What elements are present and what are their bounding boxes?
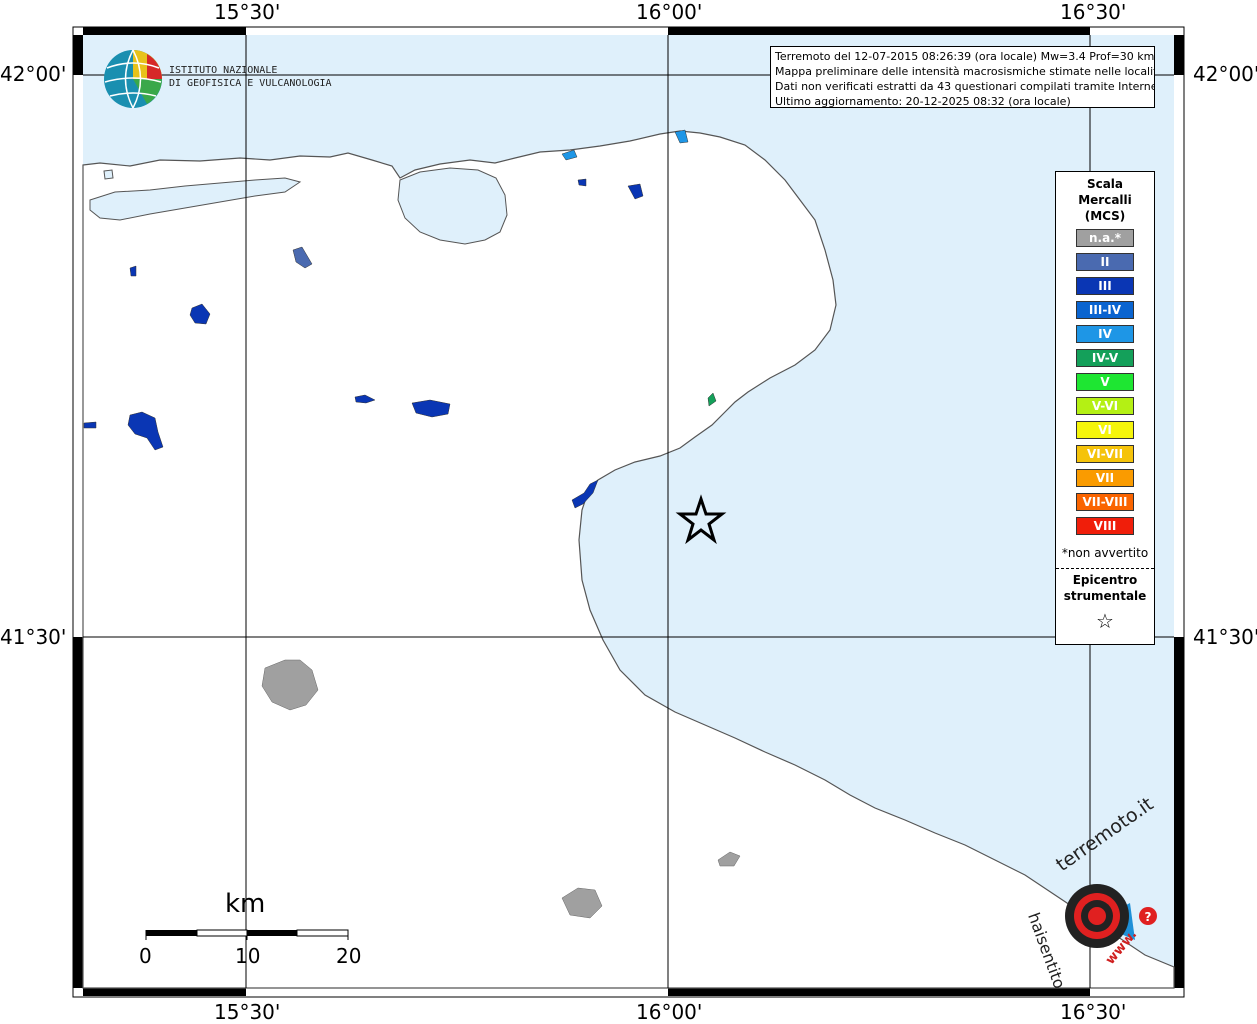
scale-unit: km bbox=[225, 889, 266, 919]
top-lon-label: 16°30' bbox=[1060, 0, 1127, 24]
bottom-lon-label: 16°30' bbox=[1060, 1000, 1127, 1024]
info-line: Dati non verificati estratti da 43 quest… bbox=[775, 80, 1155, 93]
legend-swatch: III-IV bbox=[1076, 301, 1134, 319]
right-lat-label: 42°00' bbox=[1193, 62, 1257, 86]
info-line: Terremoto del 12-07-2015 08:26:39 (ora l… bbox=[775, 50, 1155, 63]
legend-epicentre-label: Epicentro strumentale bbox=[1056, 572, 1154, 604]
legend-swatch: III bbox=[1076, 277, 1134, 295]
top-lon-label: 16°00' bbox=[636, 0, 703, 24]
svg-text:?: ? bbox=[1145, 910, 1152, 924]
legend-swatch: VIII bbox=[1076, 517, 1134, 535]
left-lat-label: 42°00' bbox=[0, 62, 67, 86]
bottom-lon-label: 16°00' bbox=[636, 1000, 703, 1024]
event-info-box: Terremoto del 12-07-2015 08:26:39 (ora l… bbox=[770, 46, 1155, 108]
legend-swatch: n.a.* bbox=[1076, 229, 1134, 247]
scale-tick: 10 bbox=[235, 944, 261, 968]
institute-line1: ISTITUTO NAZIONALE bbox=[169, 65, 278, 76]
epicentre-label-line: strumentale bbox=[1063, 589, 1147, 603]
info-line: Ultimo aggiornamento: 20-12-2025 08:32 (… bbox=[775, 95, 1071, 108]
institute-name: ISTITUTO NAZIONALE DI GEOFISICA E VULCAN… bbox=[169, 64, 332, 90]
scale-tick: 20 bbox=[336, 944, 362, 968]
legend-swatch: V-VI bbox=[1076, 397, 1134, 415]
legend-swatch: VII-VIII bbox=[1076, 493, 1134, 511]
legend-separator bbox=[1056, 568, 1154, 569]
scale-tick: 0 bbox=[139, 944, 152, 968]
legend-swatch: II bbox=[1076, 253, 1134, 271]
legend-swatch: VI-VII bbox=[1076, 445, 1134, 463]
legend-swatch: V bbox=[1076, 373, 1134, 391]
mcs-legend: Scala Mercalli (MCS) n.a.* II III III-IV IV I… bbox=[1055, 171, 1155, 645]
locality-iii bbox=[577, 178, 587, 187]
legend-na-note: *non avvertito bbox=[1061, 546, 1149, 560]
right-lat-label: 41°30' bbox=[1193, 625, 1257, 649]
info-line: Mappa preliminare delle intensità macros… bbox=[775, 65, 1155, 78]
lagoon-small bbox=[103, 169, 114, 180]
legend-title-line: Scala bbox=[1086, 177, 1124, 191]
legend-swatch: IV bbox=[1076, 325, 1134, 343]
bottom-lon-label: 15°30' bbox=[214, 1000, 281, 1024]
left-lat-label: 41°30' bbox=[0, 625, 67, 649]
epicentre-label-line: Epicentro bbox=[1072, 573, 1138, 587]
legend-title: Scala Mercalli (MCS) bbox=[1056, 176, 1154, 224]
institute-line2: DI GEOFISICA E VULCANOLOGIA bbox=[169, 78, 332, 89]
locality-iii bbox=[129, 265, 137, 277]
legend-title-line: (MCS) bbox=[1084, 209, 1126, 223]
legend-star-icon: ☆ bbox=[1096, 609, 1114, 633]
legend-swatch: VII bbox=[1076, 469, 1134, 487]
top-lon-label: 15°30' bbox=[214, 0, 281, 24]
legend-swatch: VI bbox=[1076, 421, 1134, 439]
locality-iii bbox=[83, 421, 97, 429]
legend-swatch: IV-V bbox=[1076, 349, 1134, 367]
ingv-globe-icon bbox=[104, 49, 162, 109]
legend-title-line: Mercalli bbox=[1078, 193, 1132, 207]
